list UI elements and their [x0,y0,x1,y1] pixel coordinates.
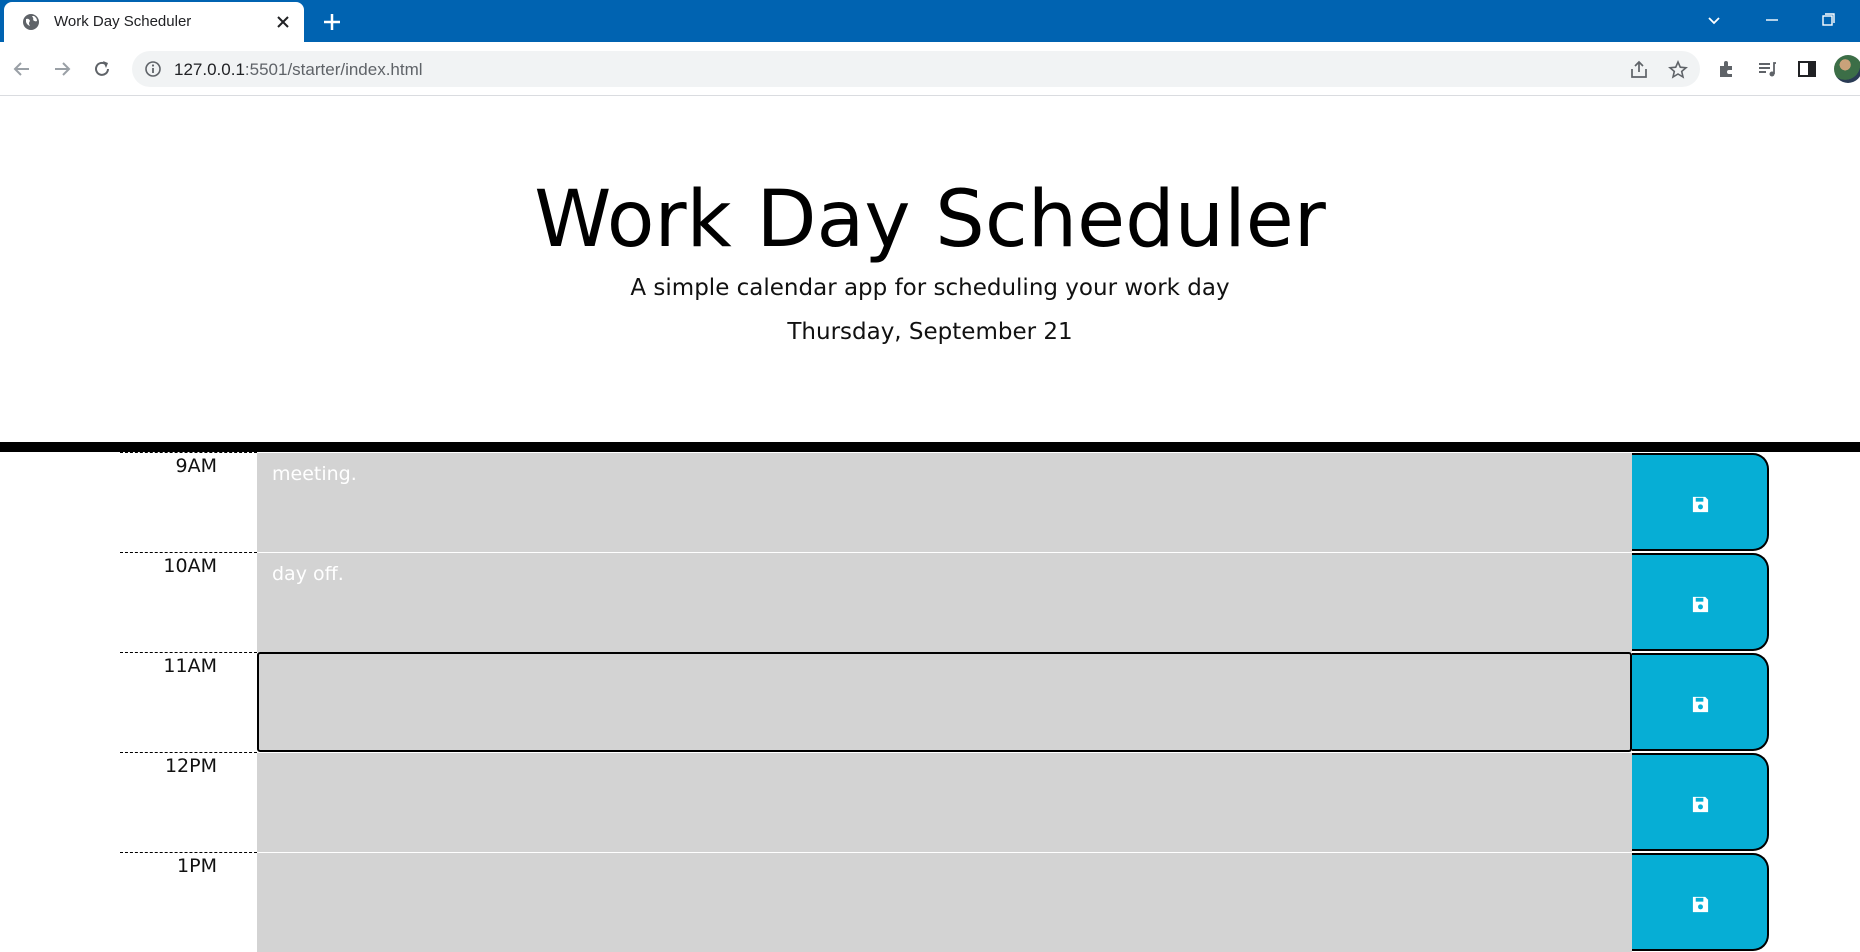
header-divider [0,442,1860,452]
event-description-input[interactable] [257,652,1632,752]
save-button[interactable] [1632,453,1769,551]
restore-icon[interactable] [1816,8,1840,32]
browser-tab[interactable]: Work Day Scheduler [4,2,304,42]
save-button[interactable] [1632,753,1769,851]
save-button[interactable] [1632,653,1769,751]
profile-avatar[interactable] [1834,55,1860,83]
hour-label: 1PM [120,852,257,952]
browser-toolbar: 127.0.0.1:5501/starter/index.html [0,42,1860,96]
bookmark-star-icon[interactable] [1667,59,1689,81]
event-description-input[interactable]: day off. [257,552,1632,652]
extensions-icon[interactable] [1715,57,1739,81]
save-button[interactable] [1632,853,1769,951]
event-description-input[interactable]: meeting. [257,452,1632,552]
schedule-container: 9AM meeting. 10AM day off. 11AM 12PM 1PM [0,452,1860,952]
site-info-icon[interactable] [144,60,162,78]
floppy-disk-icon [1692,496,1709,513]
floppy-disk-icon [1692,696,1709,713]
hour-label: 9AM [120,452,257,552]
minimize-icon[interactable] [1760,8,1784,32]
page-lead: A simple calendar app for scheduling you… [630,275,1230,301]
new-tab-icon[interactable] [320,10,344,34]
url-text: 127.0.0.1:5501/starter/index.html [174,60,423,79]
hour-label: 10AM [120,552,257,652]
floppy-disk-icon [1692,896,1709,913]
save-button[interactable] [1632,553,1769,651]
back-icon[interactable] [10,57,34,81]
close-tab-icon[interactable] [274,13,292,31]
page-title: Work Day Scheduler [534,175,1326,265]
current-day: Thursday, September 21 [787,319,1073,345]
hour-label: 11AM [120,652,257,752]
forward-icon[interactable] [50,57,74,81]
reload-icon[interactable] [90,57,114,81]
globe-icon [23,14,39,30]
floppy-disk-icon [1692,596,1709,613]
event-description-input[interactable] [257,852,1632,952]
browser-tabstrip: Work Day Scheduler [0,0,1860,42]
address-bar[interactable]: 127.0.0.1:5501/starter/index.html [132,51,1700,87]
page-content: Work Day Scheduler A simple calendar app… [0,97,1860,952]
time-block-row: 1PM [0,852,1860,952]
hour-label: 12PM [120,752,257,852]
time-block-row: 10AM day off. [0,552,1860,652]
media-control-icon[interactable] [1755,57,1779,81]
side-panel-icon[interactable] [1795,57,1819,81]
time-block-row: 9AM meeting. [0,452,1860,552]
floppy-disk-icon [1692,796,1709,813]
time-block-row: 12PM [0,752,1860,852]
time-block-row: 11AM [0,652,1860,752]
tab-search-icon[interactable] [1702,8,1726,32]
share-icon[interactable] [1628,59,1650,81]
event-description-input[interactable] [257,752,1632,852]
jumbotron-header: Work Day Scheduler A simple calendar app… [0,97,1860,442]
tab-title: Work Day Scheduler [54,13,192,30]
